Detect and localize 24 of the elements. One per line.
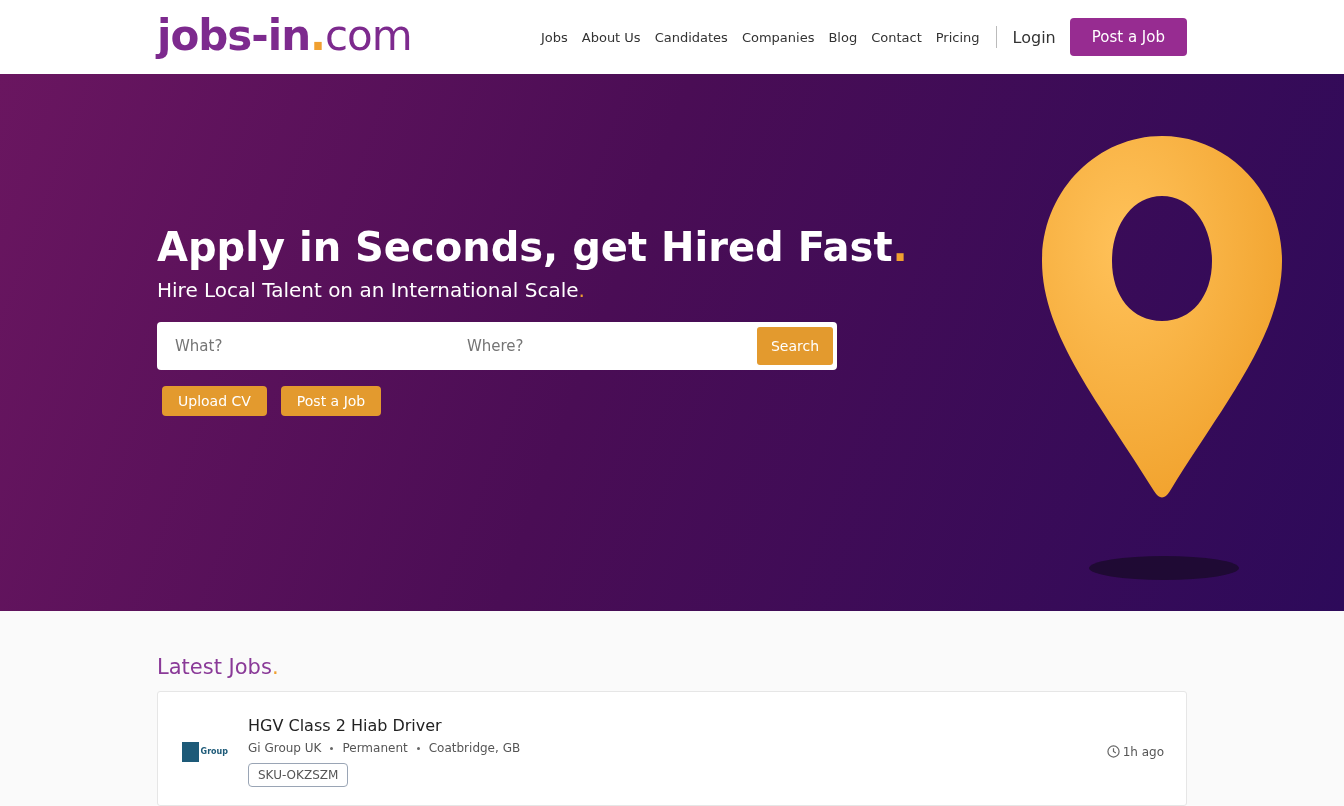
job-card[interactable]: Group HGV Class 2 Hiab Driver Gi Group UK Permanent Coatbridge, GB SKU-OKZSZM 1h ago [157, 691, 1187, 806]
nav-link[interactable]: About Us [581, 29, 641, 45]
post-job-button[interactable]: Post a Job [1069, 18, 1187, 56]
hero-subheadline: Hire Local Talent on an International Scale. [157, 278, 586, 302]
job-title[interactable]: HGV Class 2 Hiab Driver [248, 716, 1087, 735]
section-heading: Latest Jobs. [157, 655, 280, 679]
nav-link[interactable]: Blog [828, 29, 858, 45]
clock-icon [1106, 745, 1120, 758]
login-link[interactable]: Login [1012, 27, 1056, 47]
hero-headline: Apply in Seconds, get Hired Fast. [157, 224, 908, 270]
posted-time: 1h ago [1122, 744, 1164, 759]
company-name: Gi Group UK [248, 741, 322, 755]
job-type: Permanent [342, 741, 408, 755]
nav-link[interactable]: Pricing [935, 29, 980, 45]
sku-tag: SKU-OKZSZM [248, 763, 349, 787]
site-logo[interactable]: jobs-in.com [157, 10, 412, 60]
nav-link[interactable]: Candidates [654, 29, 728, 45]
what-field[interactable]: What? [173, 336, 465, 356]
nav-link[interactable]: Jobs [540, 29, 568, 45]
where-field[interactable]: Where? [464, 336, 757, 356]
company-logo: Group [182, 741, 228, 762]
job-location: Coatbridge, GB [428, 741, 521, 755]
nav-link[interactable]: Contact [871, 29, 922, 45]
nav-link[interactable]: Companies [741, 29, 815, 45]
